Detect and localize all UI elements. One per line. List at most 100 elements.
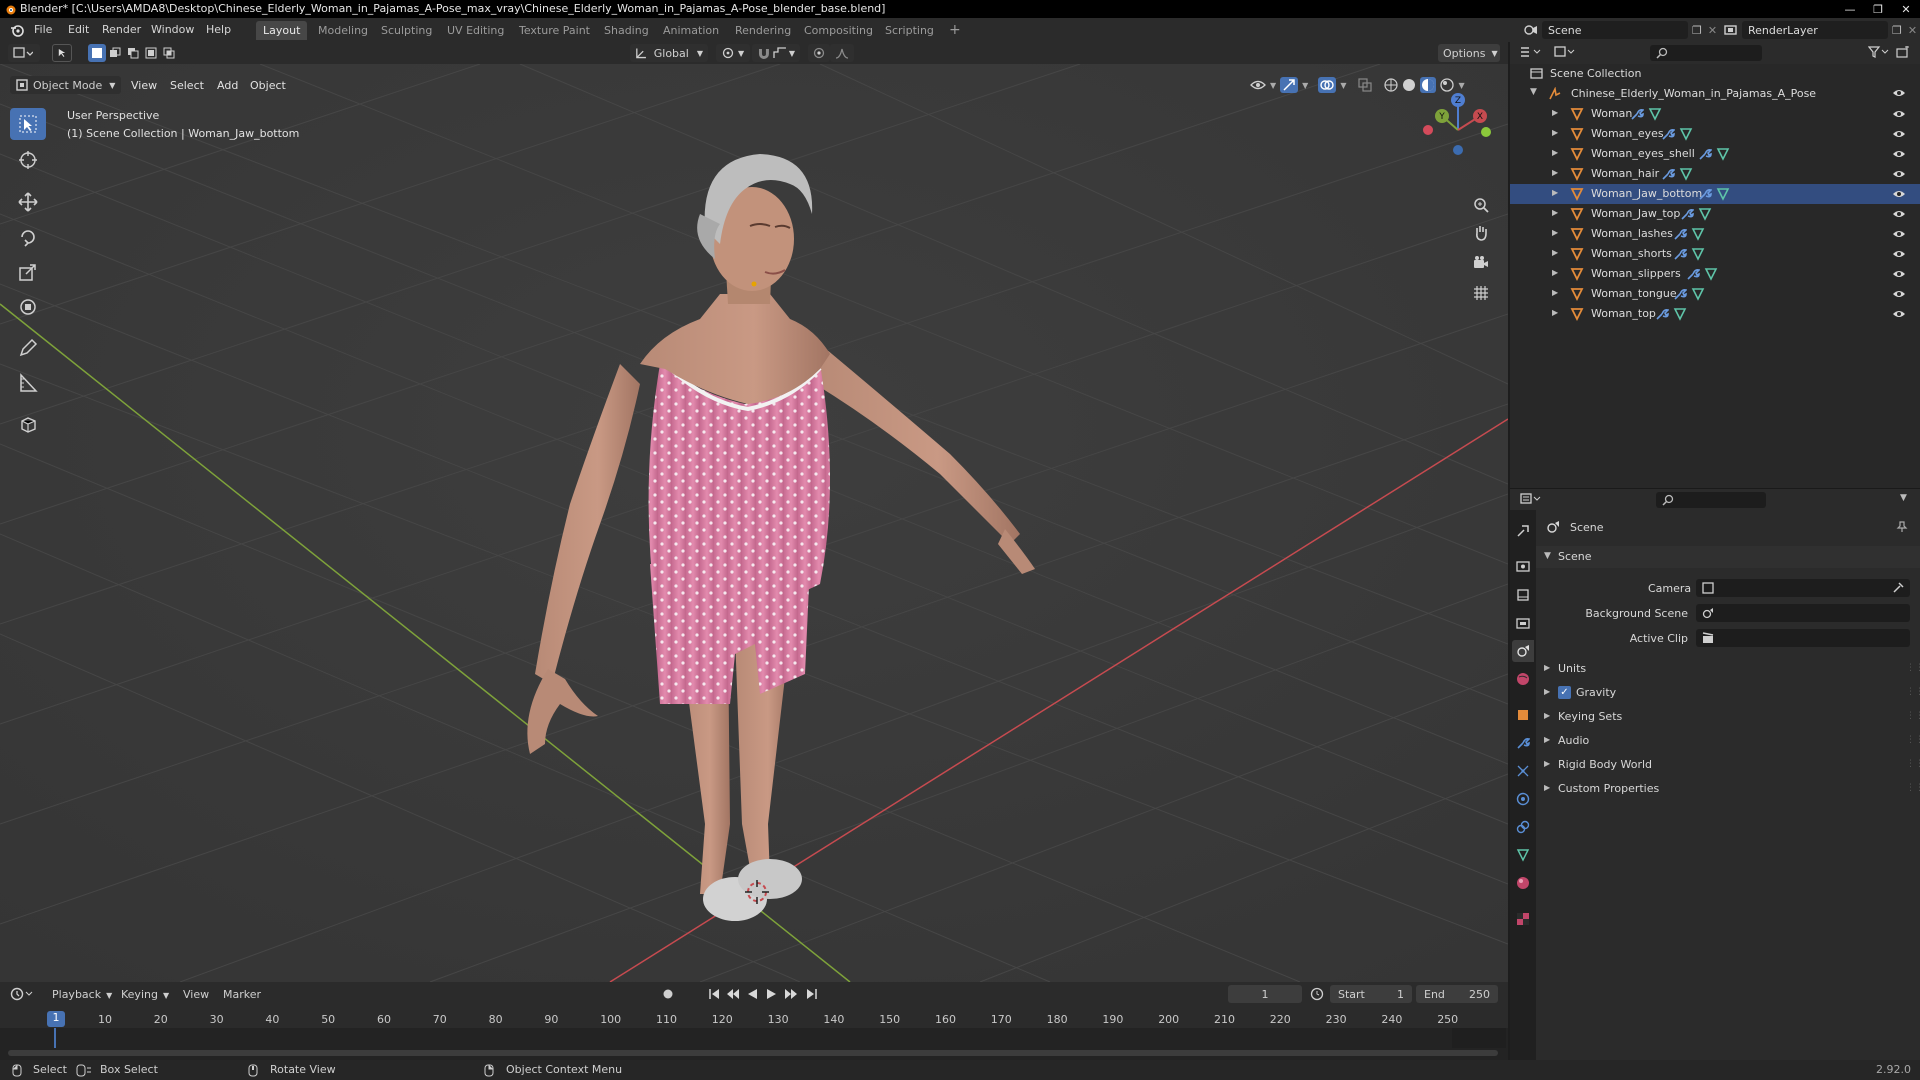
modifier-wrench-icon[interactable] [1673,227,1688,241]
menu-keying[interactable]: Keying ▼ [121,988,169,1001]
tab-animation[interactable]: Animation [656,21,726,40]
properties-options-chevron-icon[interactable]: ▼ [1900,493,1907,503]
options-dropdown[interactable]: Options ▼ [1438,44,1500,62]
expand-arrow-icon[interactable]: ▶ [1552,168,1558,177]
drag-handle-icon[interactable]: ⋮⋮ [1906,783,1920,793]
snap-toggle[interactable]: ▼ [752,44,800,62]
expand-arrow-icon[interactable]: ▼ [1530,87,1537,97]
annotate-tool[interactable] [10,332,46,364]
blender-menu-icon[interactable] [10,23,24,37]
tool-select-icon[interactable] [52,44,72,62]
scene-panel-header[interactable]: ▼ Scene [1536,546,1920,568]
tab-sculpting[interactable]: Sculpting [374,21,439,40]
3d-viewport[interactable]: User Perspective (1) Scene Collection | … [0,64,1508,982]
properties-section-header[interactable]: ▶ Units ⋮⋮ [1536,658,1920,680]
tab-shading[interactable]: Shading [597,21,656,40]
outliner-object-row[interactable]: ▶ Woman_slippers [1510,264,1920,284]
measure-tool[interactable] [10,367,46,399]
expand-arrow-icon[interactable]: ▶ [1552,188,1558,197]
mesh-data-icon[interactable] [1716,147,1730,161]
modifier-wrench-icon[interactable] [1673,247,1688,261]
outliner-object-row[interactable]: ▶ Woman_top [1510,304,1920,324]
outliner-object-row[interactable]: ▶ Woman [1510,104,1920,124]
visibility-eye-icon[interactable] [1892,209,1906,219]
properties-search-input[interactable] [1656,492,1766,508]
outliner-search-input[interactable] [1650,45,1762,61]
editor-type-icon[interactable] [8,44,40,62]
select-new-icon[interactable] [88,44,106,62]
expand-arrow-icon[interactable]: ▶ [1552,288,1558,297]
pin-icon[interactable] [1896,521,1908,533]
menu-marker[interactable]: Marker [223,988,261,1001]
display-mode-icon[interactable] [1554,46,1578,58]
outliner-object-row[interactable]: ▶ Woman_eyes_shell [1510,144,1920,164]
jump-start-icon[interactable] [708,988,720,1000]
visibility-eye-icon[interactable] [1892,269,1906,279]
tab-rendering[interactable]: Rendering [728,21,798,40]
menu-select[interactable]: Select [170,79,204,92]
modifier-wrench-icon[interactable] [1630,107,1644,121]
filter-icon[interactable] [1868,46,1890,58]
expand-arrow-icon[interactable]: ▶ [1552,148,1558,157]
drag-handle-icon[interactable]: ⋮⋮ [1906,687,1920,697]
xray-toggle-icon[interactable] [1358,78,1373,92]
scale-tool[interactable] [10,256,46,288]
expand-arrow-icon[interactable]: ▶ [1552,108,1558,117]
mesh-data-icon[interactable] [1716,187,1730,201]
menu-render[interactable]: Render [102,23,141,36]
visibility-eye-icon[interactable] [1892,229,1906,239]
visibility-eye-icon[interactable] [1892,169,1906,179]
gravity-checkbox[interactable]: ✓ [1558,686,1571,699]
modifier-wrench-icon[interactable] [1686,267,1700,281]
expand-arrow-icon[interactable]: ▶ [1552,208,1558,217]
overlays-toggle-icon[interactable] [1318,77,1337,93]
modifier-wrench-icon[interactable] [1698,187,1713,201]
select-box-tool[interactable] [10,108,46,140]
add-cube-tool[interactable] [10,408,46,440]
visibility-eye-icon[interactable] [1892,129,1906,139]
outliner-object-row[interactable]: ▶ Woman_Jaw_top [1510,204,1920,224]
mesh-data-icon[interactable] [1679,167,1693,181]
view-layer-field[interactable]: RenderLayer [1742,21,1888,39]
outliner-scene-collection[interactable]: Scene Collection [1510,64,1920,84]
properties-section-header[interactable]: ▶ Keying Sets ⋮⋮ [1536,706,1920,728]
preview-range-clock-icon[interactable] [1310,987,1324,1001]
tab-object-icon[interactable] [1512,704,1534,726]
transform-orientation-dropdown[interactable]: Global ▼ [630,44,708,62]
start-frame-field[interactable]: Start 1 [1330,985,1412,1003]
tab-compositing[interactable]: Compositing [797,21,880,40]
mesh-data-icon[interactable] [1679,127,1693,141]
tab-texture-paint[interactable]: Texture Paint [512,21,597,40]
drag-handle-icon[interactable]: ⋮⋮ [1906,759,1920,769]
tab-world-icon[interactable] [1512,668,1534,690]
tab-view-layer-icon[interactable] [1512,612,1534,634]
mesh-data-icon[interactable] [1698,207,1712,221]
falloff-icon[interactable] [830,44,854,62]
expand-arrow-icon[interactable]: ▶ [1552,128,1558,137]
rotate-tool[interactable] [10,221,46,253]
tab-tool-icon[interactable] [1512,520,1534,542]
properties-section-header[interactable]: ▶ Audio ⋮⋮ [1536,730,1920,752]
view-layer-selector[interactable]: RenderLayer ❐ ✕ [1724,21,1917,39]
pivot-point-dropdown[interactable]: ▼ [716,44,750,62]
play-icon[interactable] [766,988,778,1000]
tab-scripting[interactable]: Scripting [878,21,941,40]
visibility-eye-icon[interactable] [1892,189,1906,199]
visibility-eye-icon[interactable] [1892,149,1906,159]
menu-edit[interactable]: Edit [68,23,89,36]
visibility-icon[interactable] [1250,79,1266,91]
outliner-object-row[interactable]: ▶ Woman_eyes [1510,124,1920,144]
active-clip-field[interactable] [1696,629,1910,647]
menu-timeline-view[interactable]: View [183,988,209,1001]
visibility-eye-icon[interactable] [1892,289,1906,299]
menu-playback[interactable]: Playback ▼ [52,988,112,1001]
modifier-wrench-icon[interactable] [1698,147,1713,161]
proportional-edit-icon[interactable] [808,44,830,62]
properties-section-header[interactable]: ▶ ✓ Gravity ⋮⋮ [1536,682,1920,704]
camera-view-icon[interactable] [1472,254,1490,272]
select-intersect-icon[interactable] [160,44,178,62]
move-tool[interactable] [10,186,46,218]
expand-arrow-icon[interactable]: ▶ [1552,248,1558,257]
ortho-grid-icon[interactable] [1472,284,1490,302]
wireframe-shading-icon[interactable] [1384,78,1399,92]
